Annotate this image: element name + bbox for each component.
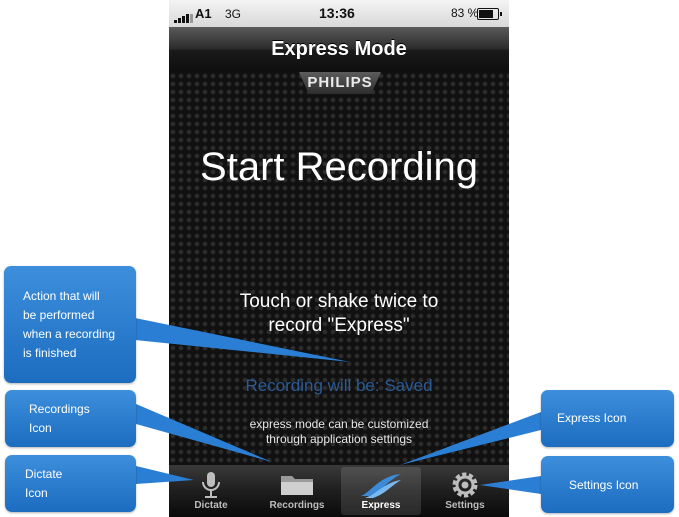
callout-text: is finished [23,346,77,360]
tab-express[interactable]: Express [341,467,421,515]
callout-text: Dictate [25,467,63,481]
tab-bar: Dictate Recordings Express Settings [169,465,509,517]
instruction-line: Touch or shake twice to [239,291,439,312]
phone-screen: A1 3G 13:36 83 % Express Mode PHILIPS St… [169,0,509,517]
instruction-line: record "Express" [268,315,410,336]
callout-text: be performed [23,308,95,322]
signal-strength-icon [174,8,194,23]
recording-status-text: Recording will be: Saved [245,376,433,395]
brand-logo: PHILIPS [299,72,381,94]
callout-text: Icon [25,486,48,500]
folder-icon [281,476,313,495]
battery-percent: 83 % [451,6,479,20]
customize-hint-line: express mode can be customized [249,417,429,431]
carrier-name: A1 [195,6,212,21]
clock: 13:36 [319,5,355,21]
callout-express: Express Icon [541,390,674,447]
navigation-bar: Express Mode [169,27,509,73]
callout-text: Icon [29,421,52,435]
callout-recordings: Recordings Icon [5,390,136,447]
tab-settings[interactable]: Settings [425,467,505,515]
tab-label: Settings [445,500,485,511]
customize-hint-line: through application settings [265,432,413,446]
network-type: 3G [225,7,242,21]
page-title: Express Mode [271,38,407,60]
start-recording-label[interactable]: Start Recording [169,145,509,190]
callout-text: Action that will [23,289,100,303]
instruction-text: Touch or shake twice to record "Express" [169,290,509,338]
callout-dictate: Dictate Icon [5,455,136,512]
microphone-icon [202,472,220,498]
tab-label: Express [361,500,401,511]
callout-text: when a recording [23,327,116,341]
callout-text: Settings Icon [569,478,639,492]
callout-text: Express Icon [557,411,627,425]
tab-recordings[interactable]: Recordings [257,467,337,515]
express-wave-icon [361,474,401,498]
customize-hint: express mode can be customized through a… [169,417,509,447]
tab-dictate[interactable]: Dictate [171,467,251,515]
callout-action: Action that will be performed when a rec… [4,266,136,383]
callout-text: Recordings [29,402,90,416]
express-record-area[interactable] [169,72,509,465]
callout-settings: Settings Icon [541,456,674,513]
status-bar: A1 3G 13:36 83 % [169,0,509,27]
battery-icon [477,8,502,20]
tab-label: Recordings [269,500,325,511]
tab-label: Dictate [194,500,228,511]
gear-icon [452,472,478,498]
